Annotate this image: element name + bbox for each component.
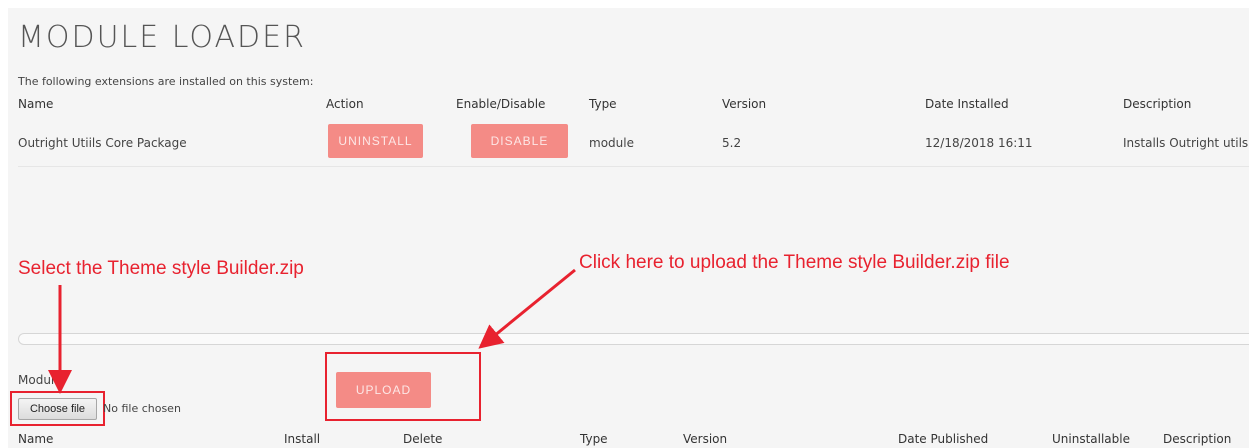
uninstall-button[interactable]: UNINSTALL	[328, 124, 423, 158]
row-description: Installs Outright utils	[1123, 136, 1249, 150]
table-divider	[18, 166, 1249, 167]
col-header-type: Type	[589, 97, 617, 111]
pkg-col-header-date-published: Date Published	[898, 432, 989, 446]
pkg-col-header-version: Version	[683, 432, 728, 446]
col-header-version: Version	[722, 97, 767, 111]
col-header-description: Description	[1123, 97, 1192, 111]
row-version: 5.2	[722, 136, 742, 150]
col-header-name: Name	[18, 97, 54, 111]
disable-button[interactable]: DISABLE	[471, 124, 568, 158]
page-title: MODULE LOADER	[18, 20, 306, 55]
pkg-col-header-name: Name	[18, 432, 54, 446]
upload-button[interactable]: UPLOAD	[336, 372, 431, 408]
col-header-action: Action	[326, 97, 364, 111]
horizontal-scrollbar[interactable]	[18, 333, 1249, 345]
installed-intro: The following extensions are installed o…	[18, 75, 314, 88]
row-name: Outright Utiils Core Package	[18, 136, 187, 150]
annotation-click-upload: Click here to upload the Theme style Bui…	[579, 252, 1010, 273]
pkg-col-header-install: Install	[284, 432, 321, 446]
col-header-enable-disable: Enable/Disable	[456, 97, 546, 111]
pkg-col-header-description: Description	[1163, 432, 1232, 446]
annotation-select-file: Select the Theme style Builder.zip	[18, 258, 304, 279]
module-label: Module	[18, 373, 62, 387]
no-file-chosen-text: No file chosen	[103, 402, 181, 415]
choose-file-button[interactable]: Choose file	[18, 398, 97, 420]
col-header-date-installed: Date Installed	[925, 97, 1009, 111]
module-loader-panel	[8, 8, 1249, 448]
row-type: module	[589, 136, 634, 150]
pkg-col-header-type: Type	[580, 432, 608, 446]
row-date-installed: 12/18/2018 16:11	[925, 136, 1033, 150]
pkg-col-header-uninstallable: Uninstallable	[1052, 432, 1130, 446]
pkg-col-header-delete: Delete	[403, 432, 443, 446]
